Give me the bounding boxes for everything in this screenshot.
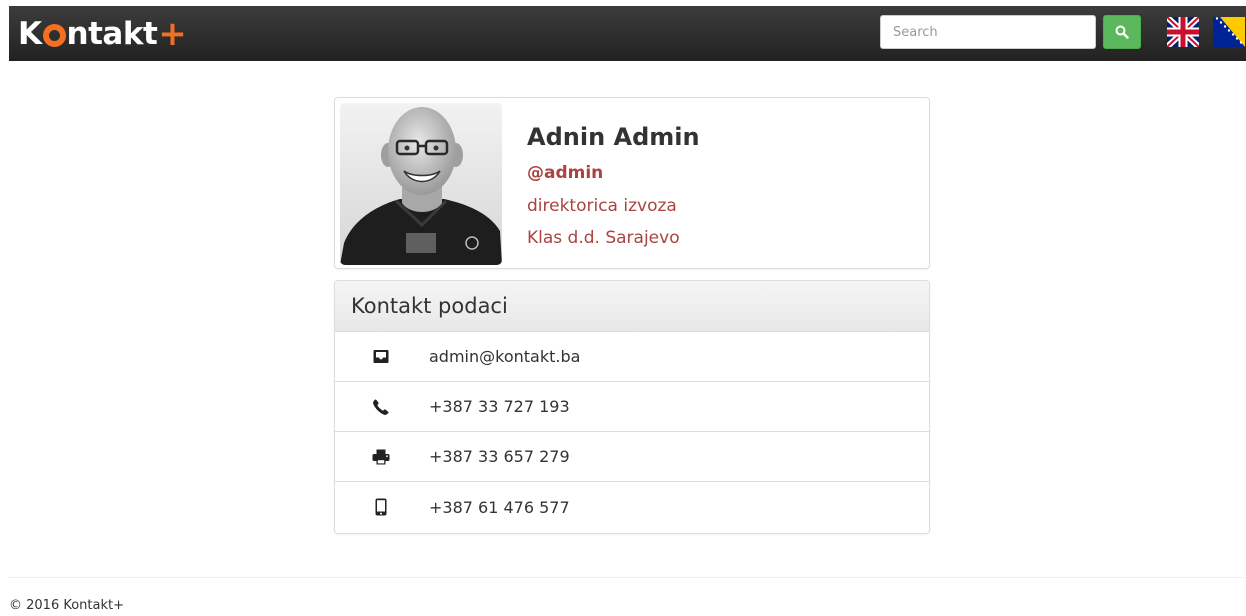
mobile-icon (371, 497, 391, 517)
logo-plus: + (158, 14, 187, 54)
search-icon (1115, 25, 1129, 39)
footer-copyright: © 2016 Kontakt+ (9, 598, 125, 613)
top-navbar: Kntakt + (9, 6, 1246, 61)
language-english-button[interactable] (1164, 14, 1202, 50)
profile-card: Adnin Admin @admin direktorica izvoza Kl… (334, 97, 930, 269)
logo-letter-k: K (18, 15, 42, 52)
search-button[interactable] (1103, 15, 1141, 49)
brand-logo[interactable]: Kntakt + (18, 14, 187, 54)
profile-username: @admin (527, 163, 604, 183)
contact-panel-heading: Kontakt podaci (335, 281, 929, 332)
search-input[interactable] (880, 15, 1096, 49)
contact-mobile[interactable]: +387 61 476 577 (429, 498, 570, 517)
inbox-icon (371, 347, 391, 367)
avatar (340, 103, 502, 265)
logo-ring-icon (42, 23, 66, 47)
profile-photo (340, 103, 502, 265)
profile-company: Klas d.d. Sarajevo (527, 228, 680, 248)
phone-icon (371, 397, 391, 417)
bosnia-flag-icon (1213, 17, 1245, 47)
contact-row-fax: +387 33 657 279 (335, 432, 929, 482)
uk-flag-icon (1164, 14, 1202, 50)
contact-phone[interactable]: +387 33 727 193 (429, 397, 570, 416)
contact-row-mobile: +387 61 476 577 (335, 482, 929, 532)
footer-divider (9, 577, 1244, 578)
contact-email[interactable]: admin@kontakt.ba (429, 347, 580, 366)
logo-text: ntakt (66, 15, 158, 52)
contact-row-phone: +387 33 727 193 (335, 382, 929, 432)
fax-icon (371, 447, 391, 467)
language-bosnian-button[interactable] (1213, 17, 1245, 47)
profile-name: Adnin Admin (527, 123, 700, 151)
contact-panel: Kontakt podaci admin@kontakt.ba +387 33 … (334, 280, 930, 534)
contact-row-email: admin@kontakt.ba (335, 332, 929, 382)
profile-job-title: direktorica izvoza (527, 196, 677, 216)
contact-fax[interactable]: +387 33 657 279 (429, 447, 570, 466)
